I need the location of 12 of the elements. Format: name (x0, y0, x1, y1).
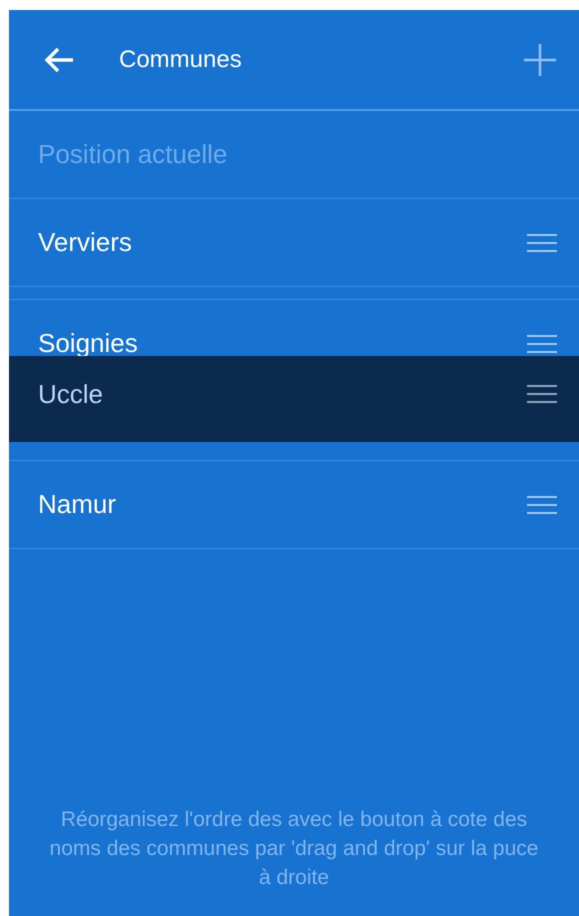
commune-name[interactable]: Soignies (38, 328, 527, 359)
dragged-item[interactable]: Uccle (9, 356, 579, 442)
back-arrow-icon[interactable] (43, 46, 75, 74)
drag-handle-icon[interactable] (527, 494, 557, 514)
add-icon[interactable] (523, 42, 557, 76)
hint-text: Réorganisez l'ordre des avec le bouton à cote des noms des communes par 'drag and drop' sur la puce à droite (48, 807, 540, 891)
commune-name[interactable]: Verviers (38, 227, 527, 258)
drag-handle-icon[interactable] (527, 334, 557, 354)
commune-name[interactable]: Namur (38, 489, 527, 520)
drag-handle-icon[interactable] (527, 232, 557, 252)
drag-handle-icon[interactable] (527, 384, 557, 404)
screen-title: Communes (119, 46, 243, 74)
